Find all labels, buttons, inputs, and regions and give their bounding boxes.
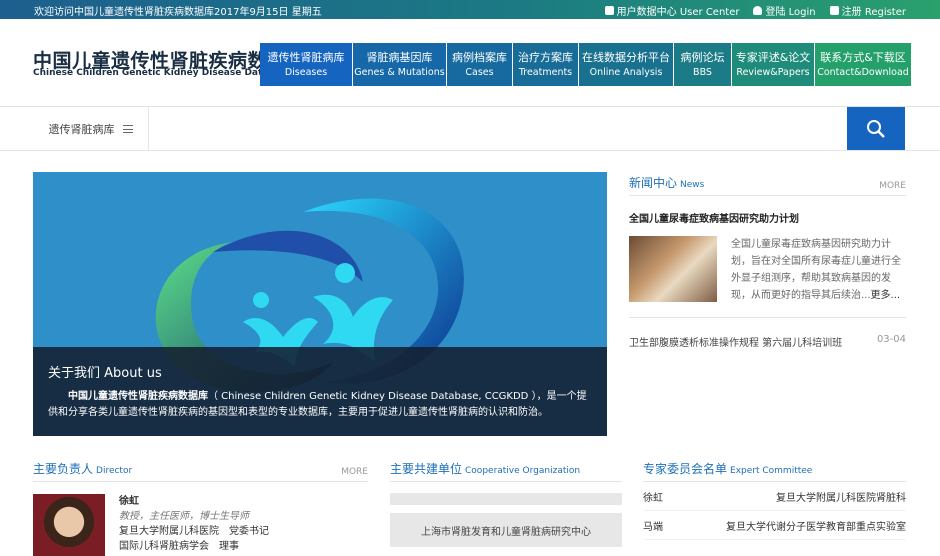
nav-online-analysis[interactable]: 在线数据分析平台 Online Analysis <box>579 43 673 86</box>
news-headline[interactable]: 全国儿童尿毒症致病基因研究助力计划 <box>629 210 906 225</box>
director-titles: 教授，主任医师，博士生导师 <box>119 511 249 522</box>
site-subtitle: Chinese Children Genetic Kidney Disease … <box>33 68 293 78</box>
expert-section: 专家委员会名单 Expert Committee 徐虹 复旦大学附属儿科医院肾脏科 … <box>643 458 906 540</box>
nav-contact-download[interactable]: 联系方式&下载区 Contact&Download <box>815 43 911 86</box>
category-dropdown[interactable]: 遗传肾脏病库 <box>33 107 149 150</box>
nav-treatments[interactable]: 治疗方案库 Treatments <box>513 43 578 86</box>
news-title: 新闻中心 <box>629 176 678 190</box>
org-placeholder <box>390 493 622 505</box>
about-panel: 关于我们 About us 中国儿童遗传性肾脏疾病数据库（ Chinese Ch… <box>33 347 607 436</box>
news-item[interactable]: 卫生部腹膜透析标准操作规程 第六届儿科培训班 03-04 <box>629 334 906 349</box>
login-link[interactable]: 登陆 Login <box>753 3 816 18</box>
news-thumbnail[interactable] <box>629 236 717 302</box>
header: 中国儿童遗传性肾脏疾病数据库 Chinese Children Genetic … <box>0 19 940 107</box>
search-button[interactable] <box>847 107 905 150</box>
expert-row[interactable]: 马端 复旦大学代谢分子医学教育部重点实验室 <box>643 511 906 540</box>
nav-review-papers[interactable]: 专家评述&论文 Review&Papers <box>732 43 814 86</box>
news-read-more[interactable]: 更多... <box>871 290 901 301</box>
divider <box>629 317 906 318</box>
nav-bbs[interactable]: 病例论坛 BBS <box>674 43 731 86</box>
top-bar: 欢迎访问中国儿童遗传性肾脏疾病数据库2017年9月15日 星期五 用户数据中心 … <box>0 0 940 19</box>
news-more-link[interactable]: MORE <box>879 181 906 191</box>
search-bar: 遗传肾脏病库 <box>0 107 940 151</box>
register-link[interactable]: 注册 Register <box>829 3 906 18</box>
director-name: 徐虹 <box>119 496 139 507</box>
org-item[interactable]: 上海市肾脏发育和儿童肾脏病研究中心 <box>390 513 622 547</box>
banner: 关于我们 About us 中国儿童遗传性肾脏疾病数据库（ Chinese Ch… <box>33 172 607 436</box>
menu-icon <box>122 124 133 133</box>
search-input[interactable] <box>150 111 846 147</box>
user-center-link[interactable]: 用户数据中心 User Center <box>604 3 739 18</box>
news-summary: 全国儿童尿毒症致病基因研究助力计划，旨在对全国所有尿毒症儿童进行全外显子组测序，… <box>731 239 901 301</box>
nav-genes[interactable]: 肾脏病基因库 Genes & Mutations <box>353 43 446 86</box>
nav-diseases[interactable]: 遗传性肾脏病库 Diseases <box>260 43 352 86</box>
about-description: 中国儿童遗传性肾脏疾病数据库（ Chinese Children Genetic… <box>48 391 587 418</box>
search-icon <box>867 119 885 138</box>
expert-row[interactable]: 徐虹 复旦大学附属儿科医院肾脏科 <box>643 482 906 511</box>
about-title: 关于我们 About us <box>48 366 162 381</box>
edit-icon <box>829 6 839 15</box>
main-nav: 遗传性肾脏病库 Diseases 肾脏病基因库 Genes & Mutations … <box>260 43 912 86</box>
director-section: 主要负责人 Director MORE 徐虹 教授，主任医师，博士生导师 复旦大学附… <box>33 458 368 556</box>
director-photo <box>33 494 105 556</box>
user-icon <box>753 6 763 15</box>
nav-cases[interactable]: 病例档案库 Cases <box>447 43 512 86</box>
news-section: 新闻中心 News MORE 全国儿童尿毒症致病基因研究助力计划 全国儿童尿毒症致病… <box>629 172 906 349</box>
welcome-text: 欢迎访问中国儿童遗传性肾脏疾病数据库2017年9月15日 星期五 <box>34 7 322 18</box>
organization-section: 主要共建单位 Cooperative Organization 上海市肾脏发育和儿… <box>390 458 622 547</box>
building-icon <box>604 6 614 15</box>
director-more-link[interactable]: MORE <box>341 467 368 477</box>
